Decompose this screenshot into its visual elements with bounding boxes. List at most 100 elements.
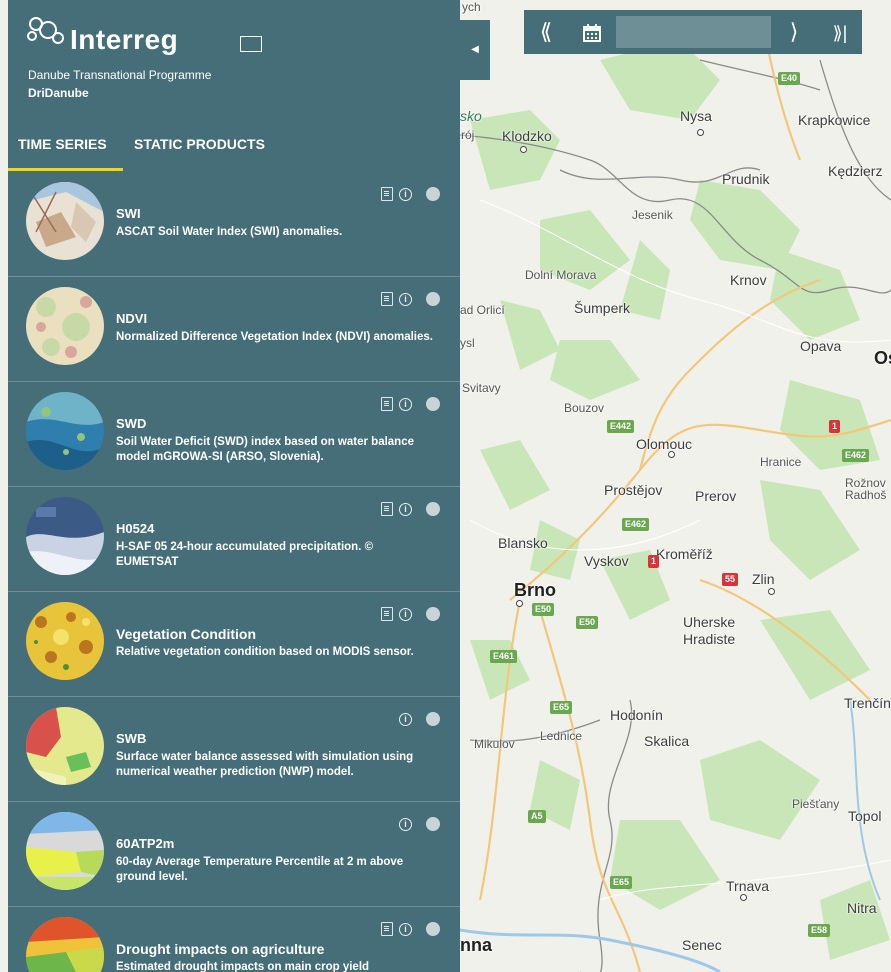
city-label: Trenčín	[844, 695, 891, 711]
layer-description: H-SAF 05 24-hour accumulated precipitati…	[116, 541, 374, 568]
city-label: Blansko	[498, 535, 548, 551]
layer-toggle[interactable]	[426, 817, 440, 831]
info-icon[interactable]: i	[399, 712, 412, 726]
city-label: ad Orlicí	[460, 303, 505, 317]
city-marker	[697, 129, 704, 136]
layer-thumbnail	[26, 497, 104, 575]
road-shield: 1	[648, 555, 660, 568]
info-icon[interactable]: i	[399, 397, 412, 411]
layer-description: Relative vegetation condition based on M…	[116, 646, 414, 658]
last-button[interactable]: ⟫|	[818, 10, 862, 54]
city-label: Krapkowice	[798, 112, 871, 128]
document-icon[interactable]	[381, 607, 393, 621]
city-label: Prudnik	[722, 171, 770, 187]
info-icon[interactable]: i	[399, 922, 412, 936]
city-label: Kędzierz	[828, 163, 883, 179]
layer-title: Vegetation Condition	[116, 626, 256, 642]
layer-title: H0524	[116, 521, 155, 536]
road-shield: E462	[842, 449, 870, 462]
layer-thumbnail	[26, 182, 104, 260]
city-label: Nitra	[847, 900, 877, 916]
info-icon[interactable]: i	[399, 187, 412, 201]
layer-description: 60-day Average Temperature Percentile at…	[116, 856, 404, 883]
road-shield: E50	[576, 616, 599, 629]
layer-item-vegetation-condition[interactable]: Vegetation Condition Relative vegetation…	[8, 591, 460, 696]
layer-item-60atp2m[interactable]: 60ATP2m 60-day Average Temperature Perce…	[8, 801, 460, 906]
layer-toggle[interactable]	[426, 397, 440, 411]
city-label: Klodzko	[502, 128, 552, 144]
layer-toggle[interactable]	[426, 922, 440, 936]
document-icon[interactable]	[381, 292, 393, 306]
calendar-button[interactable]	[570, 10, 614, 54]
date-field[interactable]	[616, 16, 771, 48]
tab-time-series[interactable]: TIME SERIES	[18, 136, 107, 152]
city-marker	[520, 146, 527, 153]
layer-toggle[interactable]	[426, 187, 440, 201]
double-chevron-left-icon: ⟪	[539, 19, 553, 44]
layer-title: SWB	[116, 731, 147, 746]
layer-item-h0524[interactable]: H0524 H-SAF 05 24-hour accumulated preci…	[8, 486, 460, 591]
road-shield: 1	[829, 420, 841, 433]
layer-description: Normalized Difference Vegetation Index (…	[116, 331, 433, 343]
layer-description: Soil Water Deficit (SWD) index based on …	[116, 436, 414, 463]
info-icon[interactable]: i	[399, 607, 412, 621]
layer-description: ASCAT Soil Water Index (SWI) anomalies.	[116, 226, 343, 238]
layer-thumbnail	[26, 602, 104, 680]
city-label: Uherske Hradiste	[683, 614, 736, 647]
road-shield: E50	[532, 603, 555, 616]
programme-name: Danube Transnational Programme	[28, 68, 212, 82]
document-icon[interactable]	[381, 502, 393, 516]
layer-list: SWI ASCAT Soil Water Index (SWI) anomali…	[8, 172, 460, 972]
layer-item-swb[interactable]: SWB Surface water balance assessed with …	[8, 696, 460, 801]
road-shield: A5	[528, 810, 546, 823]
interreg-logo: Interreg Danube Transnational Programme …	[24, 8, 324, 108]
layer-item-swi[interactable]: SWI ASCAT Soil Water Index (SWI) anomali…	[8, 172, 460, 276]
road-shield: E462	[622, 518, 650, 531]
city-label: ysl	[460, 336, 475, 350]
city-label: Krnov	[730, 272, 767, 288]
layer-item-ndvi[interactable]: NDVI Normalized Difference Vegetation In…	[8, 276, 460, 381]
chevron-right-icon: ⟩	[789, 19, 799, 44]
info-icon[interactable]: i	[399, 292, 412, 306]
layer-item-drought-impacts[interactable]: Drought impacts on agriculture Estimated…	[8, 906, 460, 972]
document-icon[interactable]	[381, 922, 393, 936]
tab-static-products[interactable]: STATIC PRODUCTS	[134, 136, 265, 152]
layer-thumbnail	[26, 917, 104, 972]
layer-toggle[interactable]	[426, 502, 440, 516]
city-label: Skalica	[644, 733, 690, 749]
collapse-panel-button[interactable]: ◀	[460, 20, 490, 80]
eu-flag-icon	[240, 36, 262, 52]
document-icon[interactable]	[381, 187, 393, 201]
document-icon[interactable]	[381, 397, 393, 411]
city-label: Olomouc	[636, 436, 693, 452]
info-icon[interactable]: i	[399, 817, 412, 831]
layer-item-swd[interactable]: SWD Soil Water Deficit (SWD) index based…	[8, 381, 460, 486]
city-label: ych	[462, 0, 481, 14]
city-label: Šumperk	[574, 300, 631, 316]
city-label: Senec	[682, 937, 722, 953]
layer-toggle[interactable]	[426, 712, 440, 726]
road-shield: E461	[490, 650, 518, 663]
road-shield: E58	[808, 924, 831, 937]
next-button[interactable]: ⟩	[772, 10, 816, 54]
city-label: Prostějov	[604, 482, 663, 498]
calendar-icon	[583, 24, 601, 43]
city-label: Piešťany	[792, 797, 840, 811]
layer-toggle[interactable]	[426, 292, 440, 306]
layer-description: Surface water balance assessed with simu…	[116, 751, 414, 778]
info-icon[interactable]: i	[399, 502, 412, 516]
city-label: Lednice	[540, 729, 583, 743]
skip-to-end-icon: ⟫|	[832, 23, 848, 43]
road-shield: E65	[610, 876, 633, 889]
road-shield: E40	[778, 72, 801, 85]
layer-thumbnail	[26, 287, 104, 365]
layer-toggle[interactable]	[426, 607, 440, 621]
city-label: Hranice	[760, 455, 802, 469]
triangle-left-icon: ◀	[471, 44, 479, 55]
city-label: sko	[460, 108, 482, 124]
city-label: Jesenik	[632, 208, 673, 222]
layer-title: NDVI	[116, 311, 148, 326]
logo-title: Interreg	[70, 24, 179, 55]
layers-panel: Interreg Danube Transnational Programme …	[8, 0, 460, 972]
previous-button[interactable]: ⟪	[524, 10, 568, 54]
